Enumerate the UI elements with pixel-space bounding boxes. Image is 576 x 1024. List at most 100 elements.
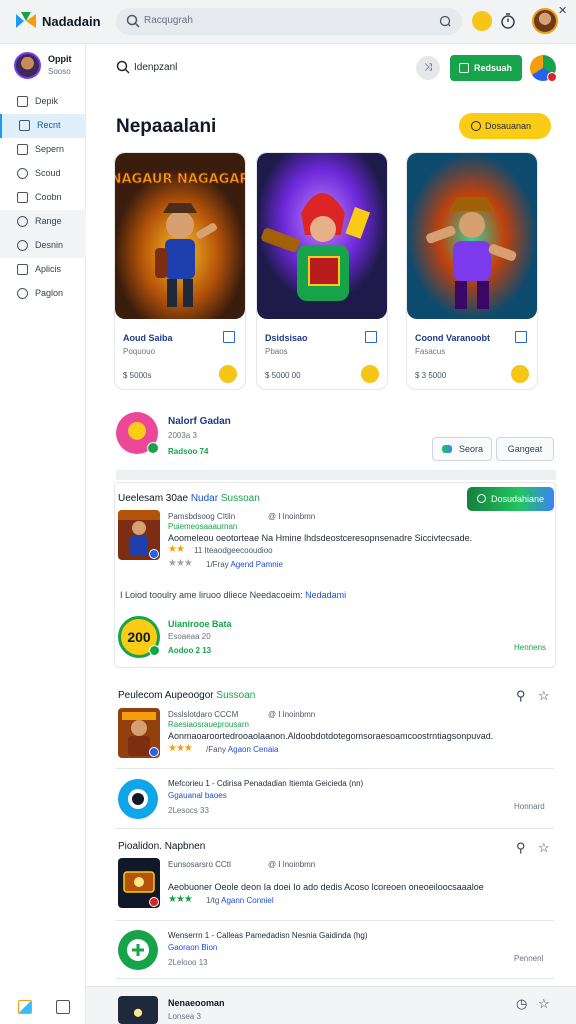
emoji-icon[interactable] — [472, 11, 492, 31]
review-author: 1/Fray Agend Pamnie — [206, 560, 283, 569]
user-avatar[interactable] — [532, 8, 558, 34]
review-line-2: 11 Iteaodgeecooudioo — [194, 546, 273, 555]
bookmark-icon[interactable] — [515, 331, 527, 343]
review-author: /Fany Agaon Cenaia — [206, 745, 279, 754]
review-meta-right: @ I lnoinbmn — [268, 710, 316, 719]
notification-dot — [547, 72, 557, 82]
timer-icon[interactable] — [498, 11, 518, 31]
green-action-button[interactable]: Redsuah — [450, 55, 522, 81]
app-icon-blue[interactable] — [118, 779, 158, 819]
sidebar-user[interactable]: Oppit Sooso — [14, 52, 84, 82]
main-search-text[interactable]: Idenpzanl — [134, 62, 177, 73]
sidebar-item-8[interactable]: Aplicis — [0, 258, 86, 282]
bookmark-icon[interactable] — [365, 331, 377, 343]
sidebar-item-3[interactable]: Sepern — [0, 138, 86, 162]
review-heading-text: Ueelesam 30ae — [118, 493, 189, 504]
review-author: 1/tg Agann Conniel — [206, 896, 274, 905]
featured-name[interactable]: Nalorf Gadan — [168, 416, 231, 427]
app-title[interactable]: Wenserrn 1 - Calleas Pamedadisn Nesnia G… — [168, 931, 368, 940]
review-author-prefix: 1/Fray — [206, 560, 229, 569]
sidebar-item-label: Desnin — [35, 240, 64, 250]
card-title: Aoud Saiba — [123, 333, 173, 343]
review-note-link[interactable]: Nedadami — [305, 590, 346, 600]
sidebar-item-4[interactable]: Scoud — [0, 162, 86, 186]
review-thumb[interactable] — [118, 708, 160, 758]
review-author-prefix: /Fany — [206, 745, 227, 754]
card-subtitle: Fasacus — [415, 347, 446, 356]
app-name[interactable]: Uianirooe Bata — [168, 619, 232, 629]
clock-icon[interactable]: ◷ — [516, 996, 527, 1012]
review-heading-link[interactable]: Nudar — [191, 493, 218, 504]
sidebar-item-9[interactable]: Paglon — [0, 282, 86, 306]
review-action-button[interactable]: Dosudahiane — [467, 487, 554, 511]
app-icon-green[interactable] — [118, 930, 158, 970]
sidebar-item-5[interactable]: Coobn — [0, 186, 86, 210]
review-tag: Raesiaosraueprousarn — [168, 720, 249, 729]
star-icon[interactable]: ☆ — [538, 688, 550, 704]
app-link[interactable]: Ggauanal baoes — [168, 791, 227, 800]
sidebar-bottom — [0, 996, 86, 1024]
green-button-label: Redsuah — [474, 63, 513, 73]
app-meta: 2Lesocs 33 — [168, 806, 209, 815]
review-meta: Dsslslotdaro CCCM — [168, 710, 239, 719]
card-price: $ 5000s — [123, 371, 152, 380]
featured-sub: 2003a 3 — [168, 431, 197, 440]
close-icon[interactable]: ✕ — [558, 4, 567, 17]
top-bar: Nadadain Racqugrah ✕ — [0, 0, 576, 44]
sidebar-item-label: Recnt — [37, 120, 61, 130]
review-thumb[interactable] — [118, 510, 160, 560]
review-body: Aoomeleou oeotorteae Na Hmine lhdsdeostc… — [168, 533, 473, 543]
sidebar-item-7[interactable]: Desnin — [0, 234, 86, 258]
top-search-bar[interactable]: Racqugrah — [116, 8, 462, 35]
review-tag: Puiemeosaaaurnan — [168, 522, 238, 531]
review-thumb[interactable] — [118, 858, 160, 908]
card-price: $ 5000 00 — [265, 371, 301, 380]
sidebar-item-6[interactable]: Range — [0, 210, 86, 234]
review-meta: Eunsosarsro CCtI — [168, 860, 232, 869]
bookmark-icon[interactable] — [223, 331, 235, 343]
app-right-link[interactable]: Honnard — [514, 802, 545, 811]
featured-button-1-label: Seora — [459, 444, 484, 454]
yellow-action-button[interactable]: Dosauanan — [459, 113, 551, 139]
edit-icon[interactable] — [18, 1000, 32, 1014]
app-title[interactable]: Mefcorieu 1 - Cdirisa Penadadian Itiemta… — [168, 779, 363, 788]
review-author-prefix: 1/tg — [206, 896, 220, 905]
sidebar-item-1[interactable]: Depik — [0, 90, 86, 114]
rating-stars: ★★★ — [168, 743, 193, 754]
sidebar-item-label: Paglon — [35, 288, 64, 298]
section3-heading: Pioalidon. Napbnen — [118, 841, 205, 852]
star-icon[interactable]: ☆ — [538, 840, 550, 856]
pin-icon[interactable]: ⚲ — [516, 840, 526, 856]
game-art-3 — [407, 153, 537, 319]
profile-badge[interactable] — [530, 55, 557, 82]
review-author-link[interactable]: Agann Conniel — [221, 896, 273, 905]
pin-icon[interactable]: ⚲ — [516, 688, 526, 704]
search-icon — [126, 14, 140, 28]
refresh-icon[interactable] — [438, 14, 452, 28]
rating-stars: ★★ — [168, 544, 185, 555]
game-art-1-text: NAGAUR NAGAGAR — [115, 172, 245, 187]
featured-button-2[interactable]: Gangeat — [496, 437, 554, 461]
app-link[interactable]: Gaoraon Bion — [168, 943, 217, 952]
game-card-3[interactable]: Coond Varanoobt Fasacus $ 3 5000 — [406, 152, 538, 390]
app-right-link[interactable]: Hennens — [514, 643, 546, 652]
review-author-link[interactable]: Agend Pamnie — [230, 560, 282, 569]
featured-button-1[interactable]: Seora — [432, 437, 492, 461]
chart-icon[interactable] — [56, 1000, 70, 1014]
game-card-1[interactable]: NAGAUR NAGAGAR Aoud Saiba Poquouo $ 5000… — [114, 152, 246, 390]
featured-app-icon[interactable] — [116, 412, 159, 454]
review-author-link[interactable]: Agaon Cenaia — [228, 745, 279, 754]
star-icon[interactable]: ☆ — [538, 996, 550, 1012]
game-card-2[interactable]: Dsidsisao Pbaos $ 5000 00 — [256, 152, 388, 390]
shuffle-icon[interactable]: ⤨ — [416, 56, 440, 80]
bottom-name[interactable]: Nenaeooman — [168, 998, 225, 1008]
sidebar-item-2[interactable]: Recnt — [0, 114, 86, 138]
search-icon[interactable] — [116, 60, 130, 74]
app-right-link[interactable]: Pennenl — [514, 954, 543, 963]
review-body: Aonmaoaroortedrooaolaanon.Aldoobdotdoteg… — [168, 731, 494, 741]
review-heading: Ueelesam 30ae Nudar Sussoan — [118, 493, 260, 504]
score-badge[interactable]: 200 — [118, 616, 160, 658]
app-rating: Aodoo 2 13 — [168, 646, 212, 655]
bottom-thumb[interactable] — [118, 996, 158, 1024]
review-heading-tag: Sussoan — [220, 493, 260, 504]
